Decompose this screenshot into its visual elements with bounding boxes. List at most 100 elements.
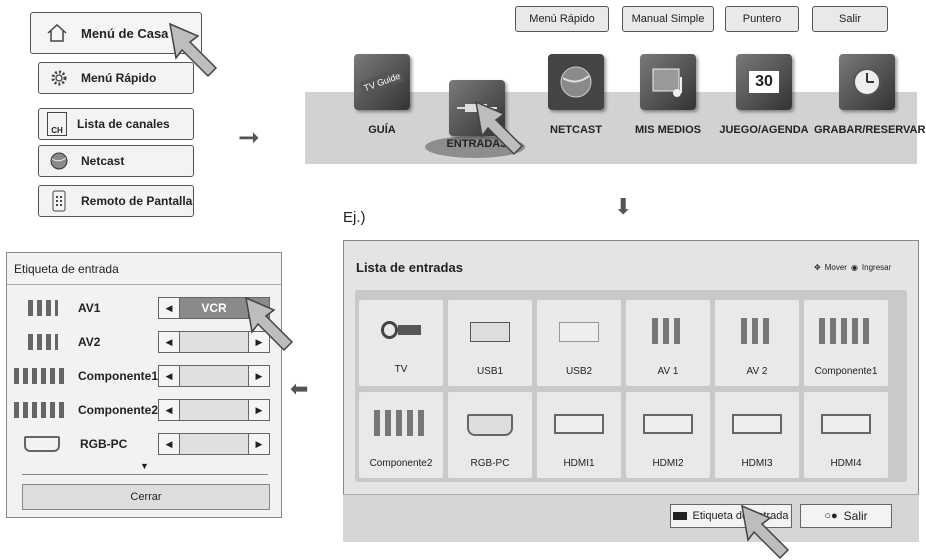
vga-port-icon	[24, 436, 60, 452]
menu-item-label: Remoto de Pantalla	[81, 194, 193, 208]
card-game-agenda[interactable]: 30 JUEGO/AGENDA	[716, 54, 812, 136]
card-guide[interactable]: TV Guide GUÍA	[348, 54, 416, 136]
card-label: GRABAR/RESERVAR	[814, 124, 926, 136]
exit-button[interactable]: Salir	[812, 6, 888, 32]
selected-label: VCR	[179, 298, 249, 318]
channel-list-icon: CH	[47, 112, 67, 136]
simple-manual-button[interactable]: Manual Simple	[622, 6, 714, 32]
row-label: AV1	[78, 301, 101, 315]
house-icon	[43, 19, 71, 47]
row-label: RGB-PC	[80, 437, 128, 451]
next-arrow-icon[interactable]: ▶	[249, 434, 269, 454]
menu-item-label: Netcast	[81, 154, 125, 168]
prev-arrow-icon[interactable]: ◀	[159, 298, 179, 318]
menu-item-channel-list[interactable]: CH Lista de canales	[38, 108, 194, 140]
menu-item-label: Lista de canales	[77, 117, 170, 131]
prev-arrow-icon[interactable]: ◀	[159, 434, 179, 454]
input-tile-label: HDMI1	[563, 458, 595, 469]
input-tile-label: Componente2	[369, 458, 433, 469]
card-my-media[interactable]: MIS MEDIOS	[630, 54, 706, 136]
scroll-down-icon[interactable]: ▼	[140, 461, 149, 471]
exit-button-text: Salir	[843, 509, 868, 523]
pointer-cursor-icon	[169, 22, 218, 78]
quick-menu-button[interactable]: Menú Rápido	[515, 6, 609, 32]
close-button[interactable]: Cerrar	[22, 484, 270, 510]
label-selector-component1[interactable]: ◀ ▶	[158, 365, 270, 387]
component-plugs-icon	[819, 318, 873, 344]
hdmi-port-icon	[643, 414, 693, 434]
clock-icon	[839, 54, 895, 110]
input-list-title: Lista de entradas	[356, 260, 463, 275]
next-arrow-icon[interactable]: ▶	[249, 400, 269, 420]
move-icon: ✥	[814, 263, 821, 272]
dialog-row-component2: Componente2	[14, 398, 158, 422]
input-tile-label: USB2	[565, 366, 593, 377]
hdmi-port-icon	[554, 414, 604, 434]
next-arrow-icon[interactable]: ▶	[249, 366, 269, 386]
component-plugs-icon	[14, 402, 64, 418]
prev-arrow-icon[interactable]: ◀	[159, 400, 179, 420]
calendar-day-text: 30	[749, 71, 779, 93]
input-tile-label: USB1	[476, 366, 504, 377]
input-tile-component2[interactable]: Componente2	[359, 392, 443, 478]
card-netcast[interactable]: NETCAST	[542, 54, 610, 136]
down-arrow-icon: ⬇	[614, 194, 633, 219]
enter-hint: Ingresar	[861, 263, 892, 272]
usb-icon	[470, 322, 510, 342]
red-key-icon	[673, 512, 688, 520]
prev-arrow-icon[interactable]: ◀	[159, 366, 179, 386]
rca-plugs-icon	[652, 318, 684, 344]
home-menu-label: Menú de Casa	[81, 25, 169, 41]
globe-icon	[47, 149, 71, 173]
menu-item-label: Menú Rápido	[81, 71, 157, 85]
input-tile-label: TV	[394, 364, 408, 375]
pointer-button[interactable]: Puntero	[725, 6, 799, 32]
input-tile-av2[interactable]: AV 2	[715, 300, 799, 386]
prev-arrow-icon[interactable]: ◀	[159, 332, 179, 352]
input-tile-hdmi1[interactable]: HDMI1	[537, 392, 621, 478]
gear-icon	[47, 66, 71, 90]
input-tile-label: AV 1	[657, 366, 679, 377]
pointer-cursor-icon	[475, 100, 524, 156]
card-record[interactable]: GRABAR/RESERVAR	[814, 54, 926, 136]
card-label: MIS MEDIOS	[634, 124, 701, 136]
hdmi-port-icon	[732, 414, 782, 434]
globe-icon	[548, 54, 604, 110]
remote-icon	[47, 189, 71, 213]
rca-plugs-icon	[28, 300, 58, 316]
selected-label	[179, 434, 249, 454]
dialog-row-component1: Componente1	[14, 364, 158, 388]
rca-plugs-icon	[741, 318, 773, 344]
input-tile-hdmi2[interactable]: HDMI2	[626, 392, 710, 478]
tv-guide-icon-text: TV Guide	[359, 68, 405, 96]
input-tile-component1[interactable]: Componente1	[804, 300, 888, 386]
component-plugs-icon	[374, 410, 428, 436]
right-arrow-icon: ➞	[238, 122, 260, 152]
nav-hints: ✥ Mover ◉ Ingresar	[814, 263, 891, 272]
label-selector-component2[interactable]: ◀ ▶	[158, 399, 270, 421]
input-tile-tv[interactable]: TV	[359, 300, 443, 386]
back-icon: ○●	[824, 510, 838, 522]
menu-item-screen-remote[interactable]: Remoto de Pantalla	[38, 185, 194, 217]
input-tile-av1[interactable]: AV 1	[626, 300, 710, 386]
example-label: Ej.)	[343, 209, 366, 226]
label-selector-rgb-pc[interactable]: ◀ ▶	[158, 433, 270, 455]
input-tile-usb2[interactable]: USB2	[537, 300, 621, 386]
pointer-cursor-icon	[245, 296, 294, 352]
calendar-icon: 30	[736, 54, 792, 110]
selected-label	[179, 366, 249, 386]
input-tile-rgb-pc[interactable]: RGB-PC	[448, 392, 532, 478]
menu-item-netcast[interactable]: Netcast	[38, 145, 194, 177]
component-plugs-icon	[14, 368, 64, 384]
card-label: GUÍA	[368, 124, 396, 136]
dialog-row-rgb-pc: RGB-PC	[24, 432, 127, 456]
dialog-row-av1: AV1	[28, 296, 100, 320]
input-tile-hdmi3[interactable]: HDMI3	[715, 392, 799, 478]
dialog-title: Etiqueta de entrada	[14, 262, 119, 276]
card-label: NETCAST	[550, 124, 602, 136]
input-tile-hdmi4[interactable]: HDMI4	[804, 392, 888, 478]
row-label: Componente2	[78, 403, 159, 417]
media-icon	[640, 54, 696, 110]
input-tile-usb1[interactable]: USB1	[448, 300, 532, 386]
input-list-exit-button[interactable]: ○● Salir	[800, 504, 892, 528]
